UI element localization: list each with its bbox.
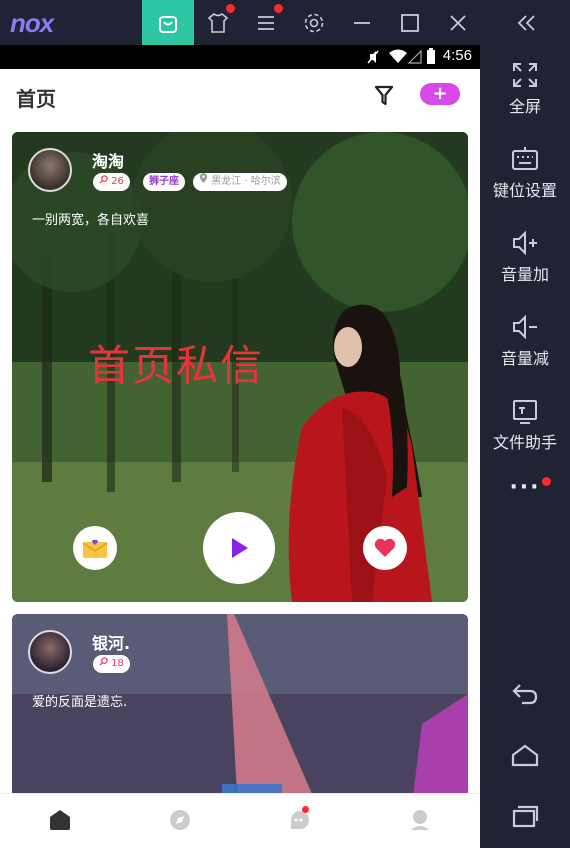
user-avatar[interactable] bbox=[28, 148, 72, 192]
home-button[interactable] bbox=[480, 743, 570, 773]
location-pin-icon bbox=[199, 173, 208, 183]
maximize-icon bbox=[401, 13, 419, 32]
signal-icon bbox=[408, 49, 422, 64]
zodiac-badge: 狮子座 bbox=[143, 173, 185, 191]
shopping-bag-icon bbox=[159, 15, 177, 33]
page-title: 首页 bbox=[16, 87, 56, 111]
notification-dot bbox=[542, 477, 551, 486]
fullscreen-label: 全屏 bbox=[508, 97, 541, 116]
volume-up-button[interactable]: 音量加 bbox=[480, 229, 570, 285]
filter-icon[interactable] bbox=[374, 85, 394, 107]
app-center-button[interactable] bbox=[142, 0, 194, 45]
likes-count: 18 bbox=[111, 658, 124, 669]
user-bio: 一别两宽，各自欢喜 bbox=[32, 213, 150, 228]
user-avatar[interactable] bbox=[28, 630, 72, 674]
more-icon: ··· bbox=[509, 475, 541, 500]
fullscreen-icon bbox=[513, 63, 537, 87]
battery-icon bbox=[427, 48, 435, 64]
close-icon bbox=[450, 14, 466, 31]
like-button[interactable] bbox=[363, 526, 407, 570]
back-button[interactable] bbox=[480, 681, 570, 711]
profile-tab-icon[interactable] bbox=[408, 808, 432, 832]
file-assistant-label: 文件助手 bbox=[492, 433, 557, 452]
menu-button[interactable] bbox=[242, 0, 290, 45]
file-assistant-icon bbox=[513, 400, 537, 424]
collapse-sidebar-button[interactable] bbox=[503, 0, 551, 45]
location-badge: 黑龙江 · 哈尔滨 bbox=[193, 173, 287, 191]
overlay-caption: 首页私信 bbox=[88, 341, 265, 390]
volume-down-icon bbox=[513, 314, 537, 340]
volume-down-button[interactable]: 音量减 bbox=[480, 313, 570, 369]
maximize-button[interactable] bbox=[386, 0, 434, 45]
user-name: 银河. bbox=[92, 634, 131, 653]
volume-up-icon bbox=[513, 230, 537, 256]
minimize-button[interactable] bbox=[338, 0, 386, 45]
play-button[interactable] bbox=[203, 512, 275, 584]
recents-button[interactable] bbox=[480, 803, 570, 833]
user-name: 淘淘 bbox=[92, 152, 125, 171]
file-assistant-button[interactable]: 文件助手 bbox=[480, 397, 570, 453]
play-icon bbox=[232, 538, 248, 558]
shirt-icon bbox=[207, 12, 229, 33]
notification-dot bbox=[274, 4, 283, 13]
woman-red-cloak-photo bbox=[288, 304, 432, 602]
home-tab-icon[interactable] bbox=[48, 808, 72, 832]
user-card[interactable]: 淘淘 26 狮子座 黑龙江 · 哈尔滨 一别两宽，各自欢喜 首页私信 bbox=[12, 132, 468, 602]
emulator-sidebar: 全屏 键位设置 音量加 音量减 文件助手 ··· bbox=[480, 45, 570, 848]
phone-screen: 4:56 首页 + 淘淘 26 狮子座 黑龙江 · 哈尔滨 一别两宽，各自欢喜 … bbox=[0, 45, 480, 848]
bottom-navigation bbox=[0, 793, 480, 848]
search-heart-icon bbox=[99, 175, 108, 184]
more-button[interactable]: ··· bbox=[480, 475, 570, 500]
settings-button[interactable] bbox=[290, 0, 338, 45]
search-heart-icon bbox=[99, 657, 108, 666]
menu-icon bbox=[258, 15, 274, 30]
emulator-titlebar: nox bbox=[0, 0, 570, 45]
likes-badge: 18 bbox=[93, 655, 130, 673]
keyboard-icon bbox=[512, 147, 538, 170]
user-bio: 爱的反面是遗忘. bbox=[32, 695, 128, 710]
status-time: 4:56 bbox=[442, 47, 472, 64]
notification-dot bbox=[226, 4, 235, 13]
volume-down-label: 音量减 bbox=[500, 349, 549, 368]
messages-tab-icon[interactable] bbox=[288, 808, 312, 832]
discover-tab-icon[interactable] bbox=[168, 808, 192, 832]
nox-logo: nox bbox=[10, 8, 54, 38]
gear-icon bbox=[304, 13, 324, 32]
back-icon bbox=[512, 684, 538, 705]
recents-icon bbox=[512, 805, 539, 828]
messages-unread-dot bbox=[302, 806, 309, 813]
mute-icon bbox=[367, 50, 379, 64]
theme-button[interactable] bbox=[194, 0, 242, 45]
user-card[interactable]: 银河. 18 爱的反面是遗忘. bbox=[12, 614, 468, 804]
close-button[interactable] bbox=[434, 0, 482, 45]
likes-count: 26 bbox=[111, 176, 124, 187]
volume-up-label: 音量加 bbox=[500, 265, 549, 284]
location-text: 黑龙江 · 哈尔滨 bbox=[211, 176, 281, 187]
app-header: 首页 + bbox=[0, 69, 480, 125]
minimize-icon bbox=[354, 21, 370, 24]
likes-badge: 26 bbox=[93, 173, 130, 191]
keymap-button[interactable]: 键位设置 bbox=[480, 145, 570, 201]
home-icon bbox=[511, 744, 539, 767]
fullscreen-button[interactable]: 全屏 bbox=[480, 61, 570, 117]
message-button[interactable] bbox=[73, 526, 117, 570]
envelope-heart-icon bbox=[82, 539, 108, 558]
keymap-label: 键位设置 bbox=[492, 181, 557, 200]
wifi-icon bbox=[389, 49, 407, 63]
double-chevron-left-icon bbox=[517, 14, 535, 31]
android-status-bar: 4:56 bbox=[0, 45, 480, 69]
heart-icon bbox=[374, 538, 396, 557]
add-button[interactable]: + bbox=[420, 83, 460, 105]
